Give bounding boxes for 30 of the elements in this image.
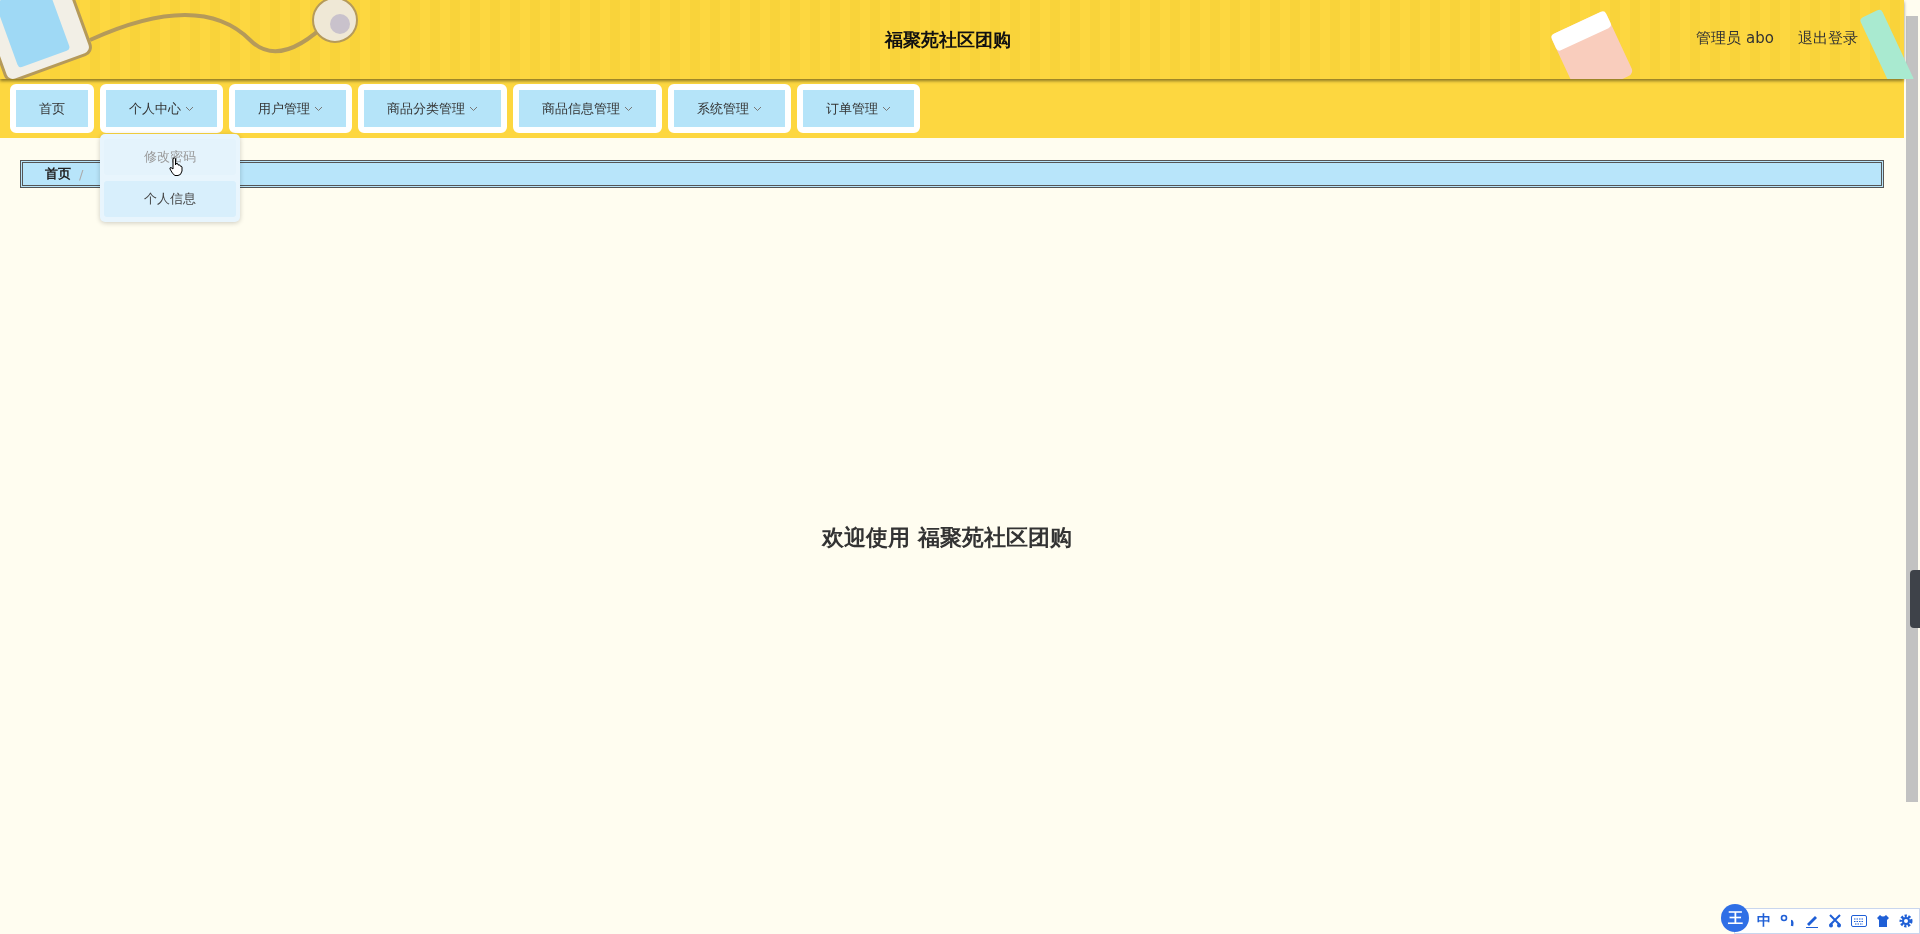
scrollbar-thumb[interactable] xyxy=(1906,16,1918,802)
shirt-icon[interactable] xyxy=(1876,914,1890,928)
chevron-down-icon xyxy=(469,105,478,112)
scissors-icon[interactable] xyxy=(1828,914,1842,928)
settings-icon[interactable] xyxy=(1899,914,1913,928)
keyboard-icon[interactable] xyxy=(1851,915,1867,927)
input-mode-toggle[interactable]: 中 xyxy=(1757,912,1771,930)
welcome-heading: 欢迎使用 福聚苑社区团购 xyxy=(820,524,1073,552)
admin-username: 管理员 abo xyxy=(1696,29,1774,48)
chevron-down-icon xyxy=(624,105,633,112)
chevron-down-icon xyxy=(882,105,891,112)
breadcrumb-link[interactable]: 首页 xyxy=(45,165,71,183)
nav-menu-button[interactable]: 用户管理 xyxy=(229,84,352,133)
nav-menu-button[interactable]: 商品信息管理 xyxy=(513,84,662,133)
punctuation-icon[interactable] xyxy=(1780,914,1796,928)
nav-menu-button[interactable]: 系统管理 xyxy=(668,84,791,133)
dropdown-item[interactable]: 个人信息 xyxy=(104,181,236,217)
nav-menu-button[interactable]: 首页 xyxy=(10,84,94,133)
pencil-icon[interactable] xyxy=(1805,914,1819,928)
chevron-down-icon xyxy=(753,105,762,112)
chevron-down-icon xyxy=(185,105,194,112)
site-title: 福聚苑社区团购 xyxy=(885,27,1011,52)
nav-menu-button[interactable]: 订单管理 xyxy=(797,84,920,133)
chevron-down-icon xyxy=(314,105,323,112)
side-widget-icon xyxy=(1910,570,1920,628)
ime-logo[interactable]: 王 xyxy=(1721,904,1749,932)
breadcrumb-separator: / xyxy=(79,166,84,182)
logout-link[interactable]: 退出登录 xyxy=(1798,29,1858,48)
nav-menu-button[interactable]: 商品分类管理 xyxy=(358,84,507,133)
nav-menu-button[interactable]: 个人中心 xyxy=(100,84,223,133)
